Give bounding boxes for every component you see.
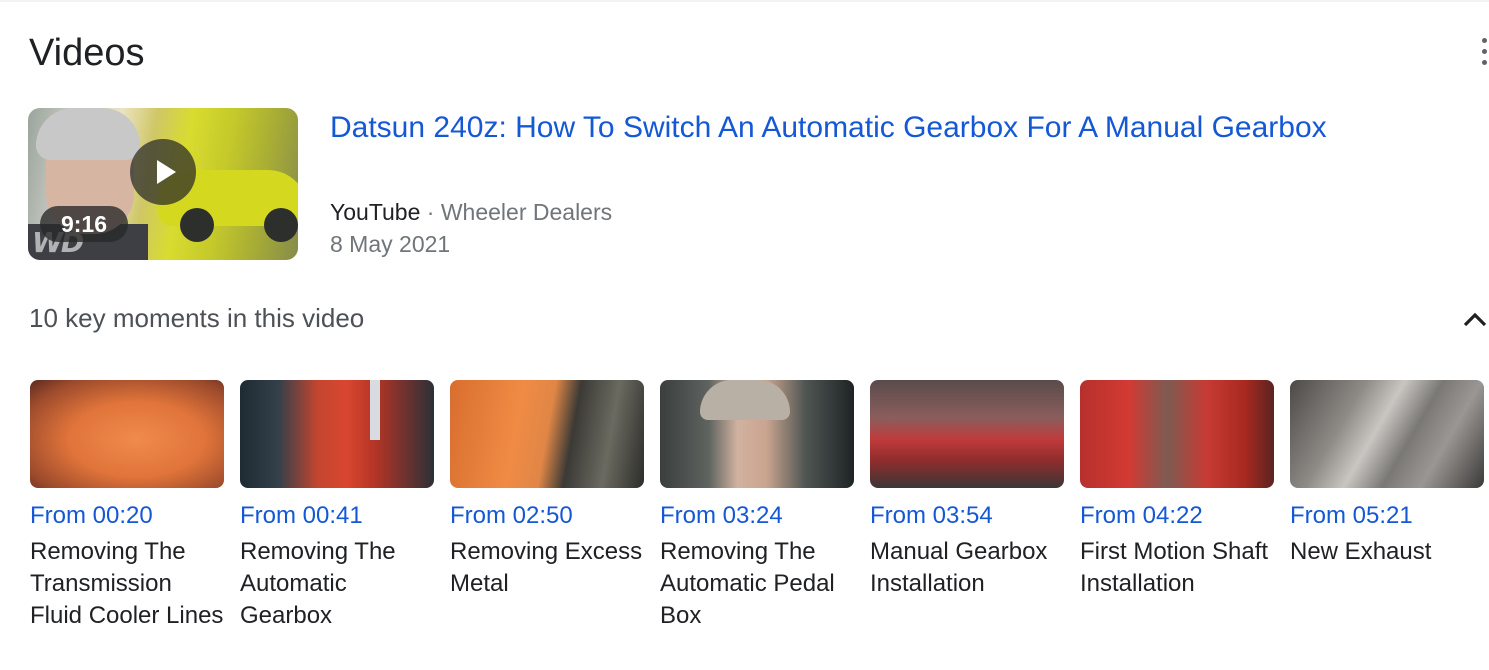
video-title-link[interactable]: Datsun 240z: How To Switch An Automatic … bbox=[330, 108, 1450, 148]
meta-separator: · bbox=[426, 199, 435, 225]
key-moment-item[interactable]: From 04:22 First Motion Shaft Installati… bbox=[1080, 380, 1274, 650]
duration-badge: 9:16 bbox=[40, 206, 128, 242]
car-wheel bbox=[180, 208, 214, 242]
key-moment-item[interactable]: From 03:24 Removing The Automatic Pedal … bbox=[660, 380, 854, 650]
top-divider bbox=[0, 0, 1489, 2]
car-wheel bbox=[264, 208, 298, 242]
moment-time: From 02:50 bbox=[450, 502, 573, 529]
moment-label: New Exhaust bbox=[1290, 538, 1432, 565]
moment-time: From 04:22 bbox=[1080, 502, 1203, 529]
moment-thumbnail bbox=[30, 380, 224, 488]
play-icon bbox=[156, 160, 176, 184]
key-moment-item[interactable]: From 00:20 Removing The Transmission Flu… bbox=[30, 380, 224, 650]
video-thumbnail[interactable]: WD 9:16 bbox=[28, 108, 298, 260]
more-options-icon[interactable] bbox=[1478, 36, 1489, 68]
key-moments-header[interactable]: 10 key moments in this video bbox=[29, 300, 364, 336]
moment-time: From 00:41 bbox=[240, 502, 363, 529]
presenter-hair bbox=[36, 108, 140, 160]
chevron-up-icon[interactable] bbox=[1460, 306, 1489, 332]
video-result: WD 9:16 Datsun 240z: How To Switch An Au… bbox=[28, 108, 1468, 260]
video-date: 8 May 2021 bbox=[330, 231, 451, 257]
moment-time: From 03:24 bbox=[660, 502, 783, 529]
key-moment-item[interactable]: From 00:41 Removing The Automatic Gearbo… bbox=[240, 380, 434, 650]
moment-time: From 00:20 bbox=[30, 502, 153, 529]
video-channel: Wheeler Dealers bbox=[440, 199, 613, 225]
moment-thumbnail bbox=[240, 380, 434, 488]
moment-time: From 05:21 bbox=[1290, 502, 1413, 529]
key-moment-item[interactable]: From 03:54 Manual Gearbox Installation bbox=[870, 380, 1064, 650]
key-moment-item[interactable]: From 02:50 Removing Excess Metal bbox=[450, 380, 644, 650]
moment-time: From 03:54 bbox=[870, 502, 993, 529]
moment-thumbnail bbox=[1080, 380, 1274, 488]
moment-thumbnail bbox=[450, 380, 644, 488]
play-button[interactable] bbox=[130, 139, 196, 205]
moment-thumbnail bbox=[1290, 380, 1484, 488]
key-moments-list: From 00:20 Removing The Transmission Flu… bbox=[30, 380, 1489, 650]
video-meta: YouTube · Wheeler Dealers bbox=[330, 196, 612, 228]
key-moment-item[interactable]: From 05:21 New Exhaust bbox=[1290, 380, 1484, 650]
section-title: Videos bbox=[29, 32, 145, 74]
video-source: YouTube bbox=[330, 199, 421, 225]
moment-thumbnail bbox=[660, 380, 854, 488]
moment-thumbnail bbox=[870, 380, 1064, 488]
